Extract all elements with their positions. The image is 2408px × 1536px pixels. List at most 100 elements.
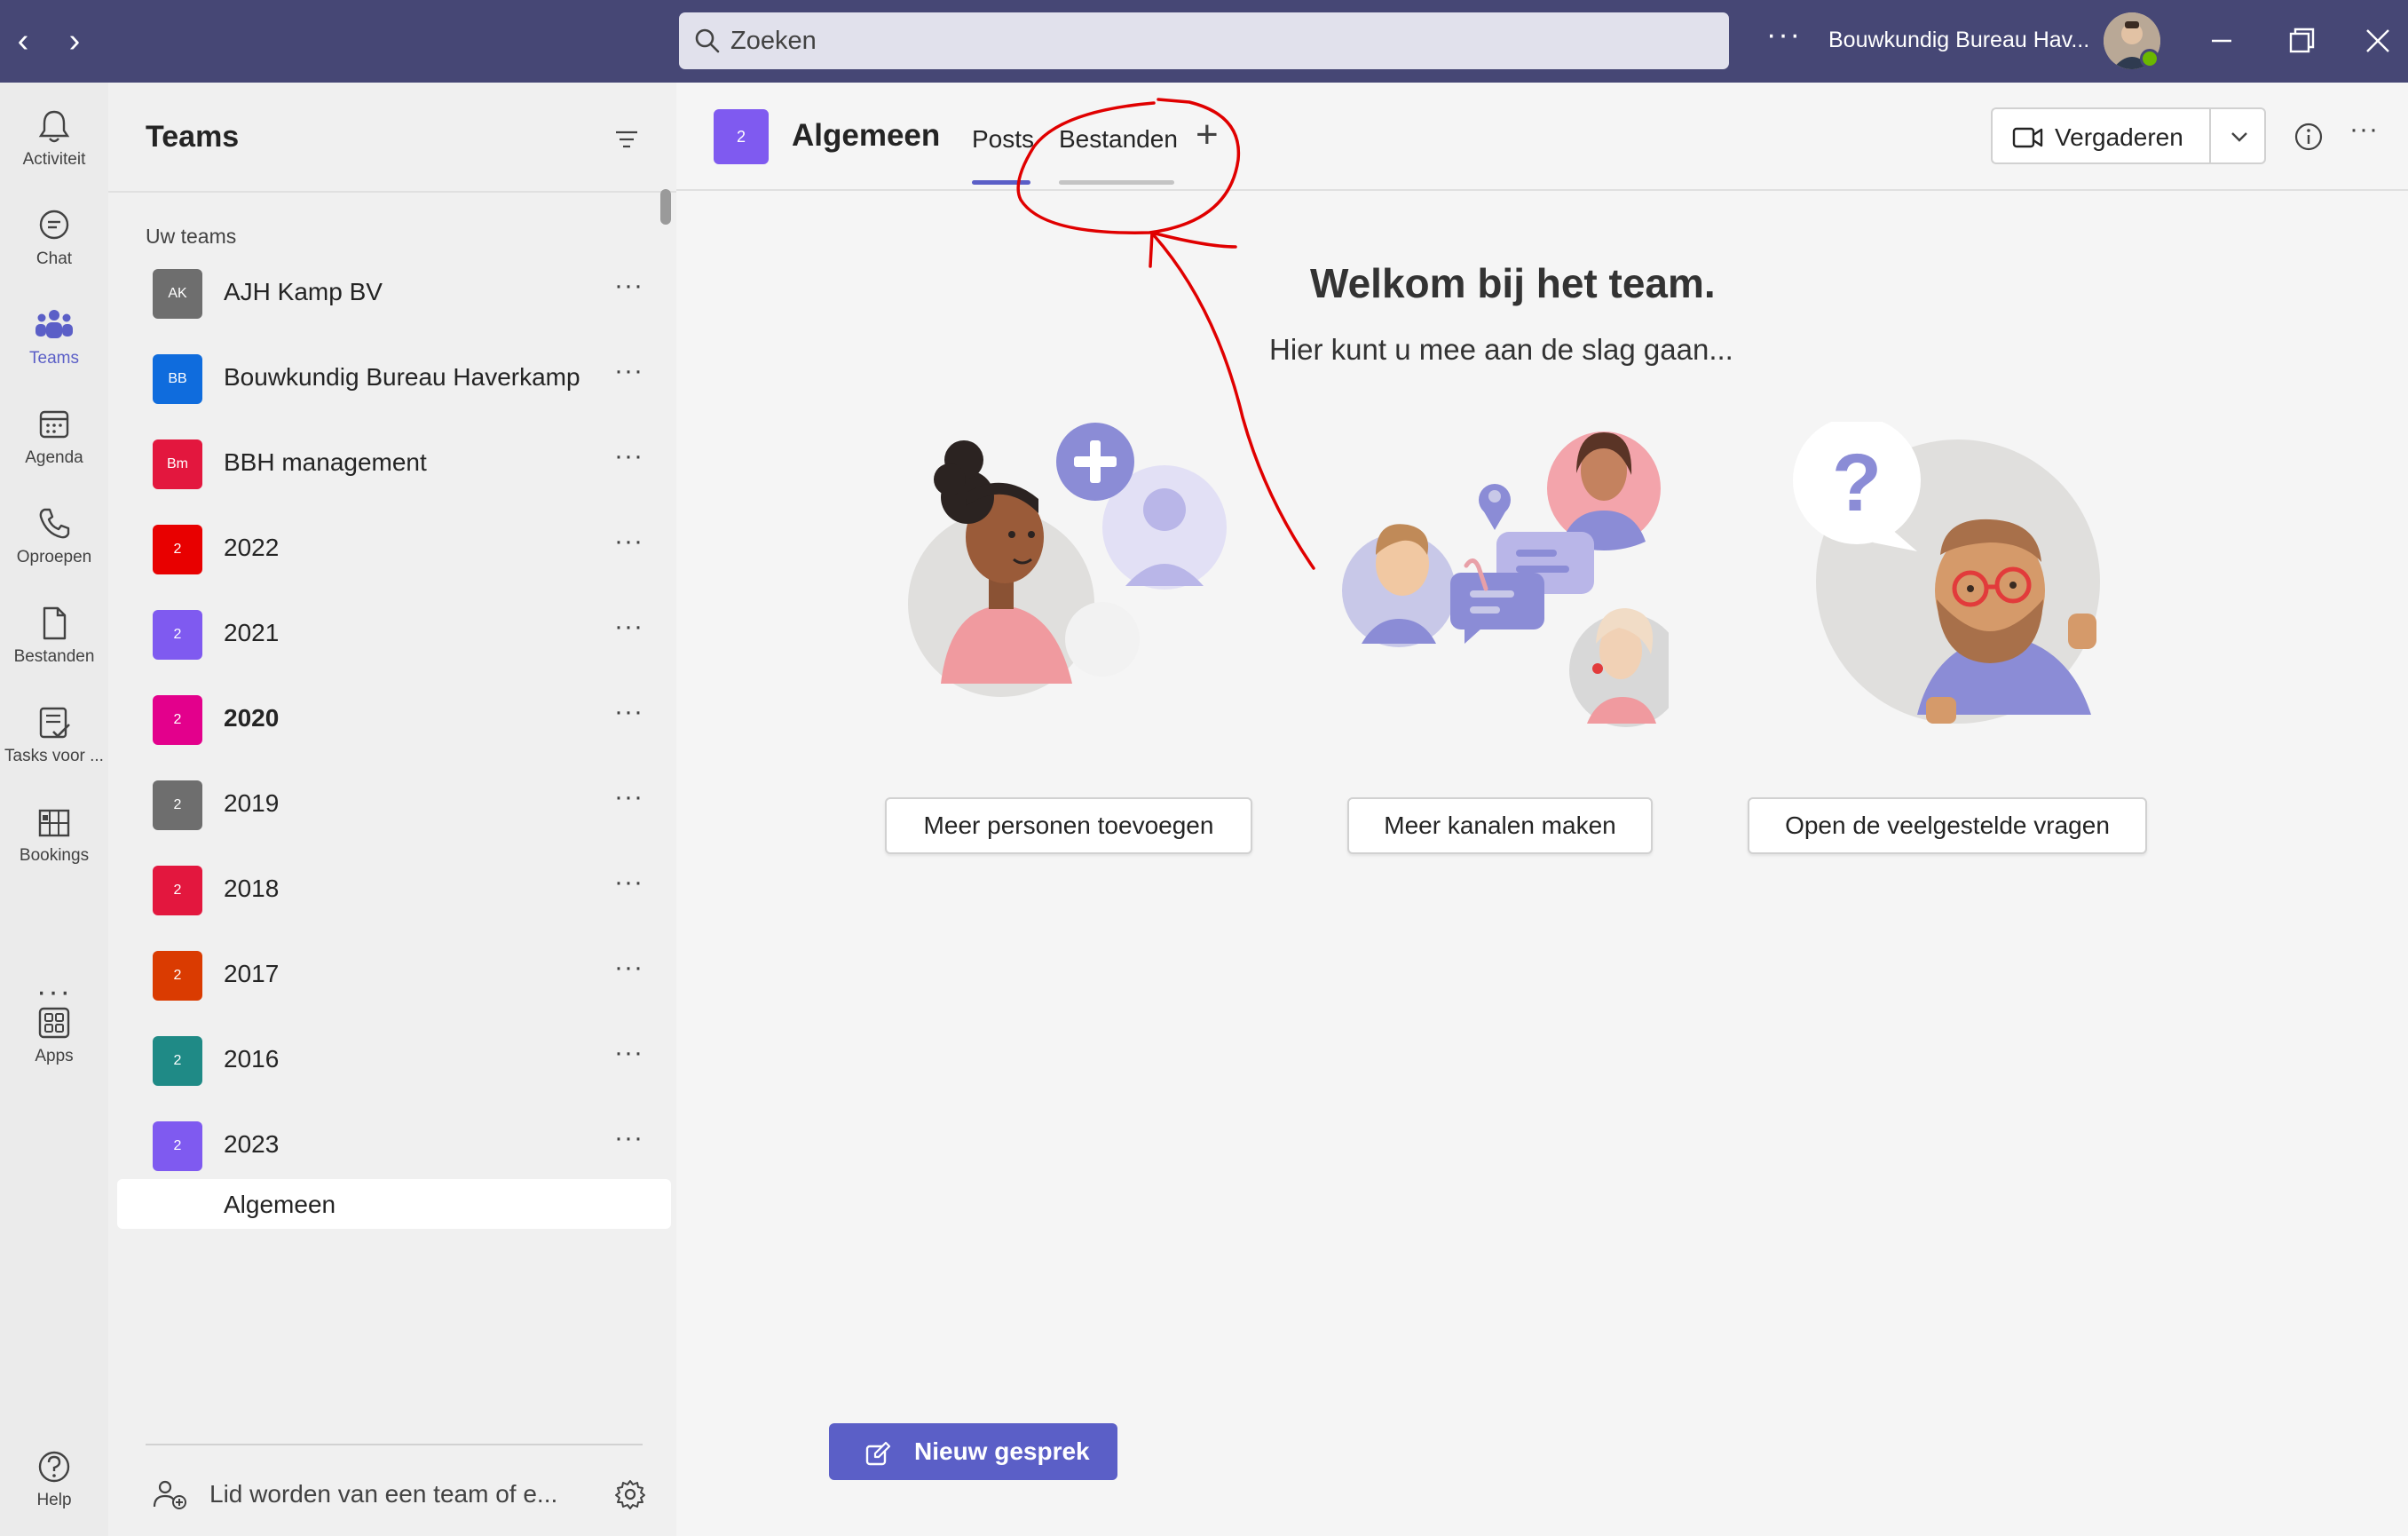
chat-icon [39,210,69,240]
add-people-button[interactable]: Meer personen toevoegen [885,797,1252,854]
team-name: AJH Kamp BV [224,278,383,305]
team-row[interactable]: 2 2023 ··· [117,1105,659,1187]
join-team-label: Lid worden van een team of e... [209,1480,558,1508]
channel-title: Algemeen [792,118,941,153]
rail-item-bestanden[interactable]: Bestanden [0,589,108,685]
more-options-icon[interactable]: ··· [614,867,643,898]
chevron-right-icon[interactable]: › [57,21,92,60]
scrollbar[interactable] [660,189,671,225]
rail-item-help[interactable]: Help [0,1432,108,1528]
search-box[interactable] [679,12,1729,69]
faq-illustration: ? [1793,422,2100,724]
divider [108,191,676,193]
restore-icon[interactable] [2278,18,2325,66]
video-camera-icon [2012,127,2043,148]
team-name: 2017 [224,960,280,987]
more-options-icon[interactable]: ··· [614,527,643,557]
rail-item-bookings[interactable]: Bookings [0,788,108,883]
file-icon [43,606,67,640]
tab-hover-indicator [1059,180,1174,185]
rail-item-activiteit[interactable]: Activiteit [0,91,108,187]
rail-item-agenda[interactable]: Agenda [0,390,108,486]
team-avatar: 2 [153,866,202,915]
add-tab-icon[interactable]: + [1196,113,1219,157]
rail-label: Bestanden [13,647,95,666]
team-name: 2020 [224,704,280,732]
meet-dropdown-button[interactable] [2209,107,2266,164]
team-row[interactable]: AK AJH Kamp BV ··· [117,253,659,335]
apps-icon [38,1007,70,1039]
more-options-icon[interactable]: ··· [614,612,643,642]
more-options-icon[interactable]: ··· [614,441,643,471]
team-avatar: 2 [153,1036,202,1086]
info-icon[interactable] [2294,122,2324,152]
chevron-down-icon [2231,132,2247,142]
channel-item-algemeen[interactable]: Algemeen [117,1179,671,1229]
team-row[interactable]: 2 2020 ··· [117,679,659,761]
tab-bestanden[interactable]: Bestanden [1059,125,1178,154]
active-tab-indicator [972,180,1030,185]
rail-item-tasks[interactable]: Tasks voor ... [0,688,108,784]
title-bar: ‹ › ··· Bouwkundig Bureau Hav... [0,0,2408,83]
bookings-icon [38,809,70,837]
panel-title: Teams [146,120,240,154]
tenant-name[interactable]: Bouwkundig Bureau Hav... [1828,28,2089,53]
rail-item-apps[interactable]: Apps [0,988,108,1084]
presence-available-icon [2140,49,2159,68]
more-options-icon[interactable]: ··· [614,697,643,727]
search-input[interactable] [730,12,1707,69]
divider [146,1444,643,1445]
rail-label: Teams [29,349,79,368]
team-avatar: AK [153,269,202,319]
team-row[interactable]: 2 2017 ··· [117,935,659,1017]
rail-item-oproepen[interactable]: Oproepen [0,489,108,585]
tab-posts[interactable]: Posts [972,125,1034,154]
add-people-illustration [908,423,1227,697]
rail-label: Bookings [19,846,90,865]
open-faq-button[interactable]: Open de veelgestelde vragen [1748,797,2147,854]
create-channels-button[interactable]: Meer kanalen maken [1347,797,1653,854]
channel-header: 2 Algemeen Posts Bestanden + Vergaderen … [676,83,2408,191]
rail-label: Activiteit [22,150,86,169]
gear-icon[interactable] [614,1478,646,1510]
more-options-icon[interactable]: ··· [1766,18,1802,52]
team-row[interactable]: 2 2016 ··· [117,1020,659,1102]
channel-name: Algemeen [224,1191,336,1218]
rail-item-teams[interactable]: Teams [0,290,108,386]
close-icon[interactable] [2354,18,2402,66]
more-options-icon[interactable]: ··· [614,1123,643,1153]
team-avatar: 2 [153,525,202,574]
calendar-icon [39,410,69,439]
new-conversation-button[interactable]: Nieuw gesprek [829,1423,1117,1480]
more-options-icon[interactable]: ··· [614,271,643,301]
more-options-icon[interactable]: ··· [614,782,643,812]
meet-button[interactable]: Vergaderen [1991,107,2209,164]
team-row[interactable]: Bm BBH management ··· [117,424,659,505]
team-row[interactable]: 2 2021 ··· [117,594,659,676]
join-team-button[interactable]: Lid worden van een team of e... [153,1466,614,1519]
more-options-icon[interactable]: ··· [614,356,643,386]
section-label: Uw teams [146,225,237,248]
phone-icon [39,508,70,539]
team-row[interactable]: BB Bouwkundig Bureau Haverkamp ··· [117,338,659,420]
more-options-icon[interactable]: ··· [614,1038,643,1068]
more-options-icon[interactable]: ··· [614,953,643,983]
more-options-icon[interactable]: ··· [2349,115,2379,145]
team-avatar: 2 [153,1121,202,1171]
rail-item-chat[interactable]: Chat [0,191,108,287]
team-row[interactable]: 2 2019 ··· [117,764,659,846]
rail-label: Apps [35,1047,74,1065]
join-team-icon [153,1480,186,1509]
team-row[interactable]: 2 2022 ··· [117,509,659,590]
team-name: Bouwkundig Bureau Haverkamp [224,363,580,391]
chevron-left-icon[interactable]: ‹ [5,21,41,60]
team-row[interactable]: 2 2018 ··· [117,850,659,931]
new-conversation-label: Nieuw gesprek [914,1437,1090,1465]
team-avatar: 2 [153,951,202,1001]
filter-icon[interactable] [612,125,641,154]
svg-text:?: ? [1832,438,1882,528]
minimize-icon[interactable] [2198,18,2246,66]
welcome-title: Welkom bij het team. [1310,260,1716,306]
search-icon [695,28,720,53]
create-channels-illustration [1342,432,1669,727]
